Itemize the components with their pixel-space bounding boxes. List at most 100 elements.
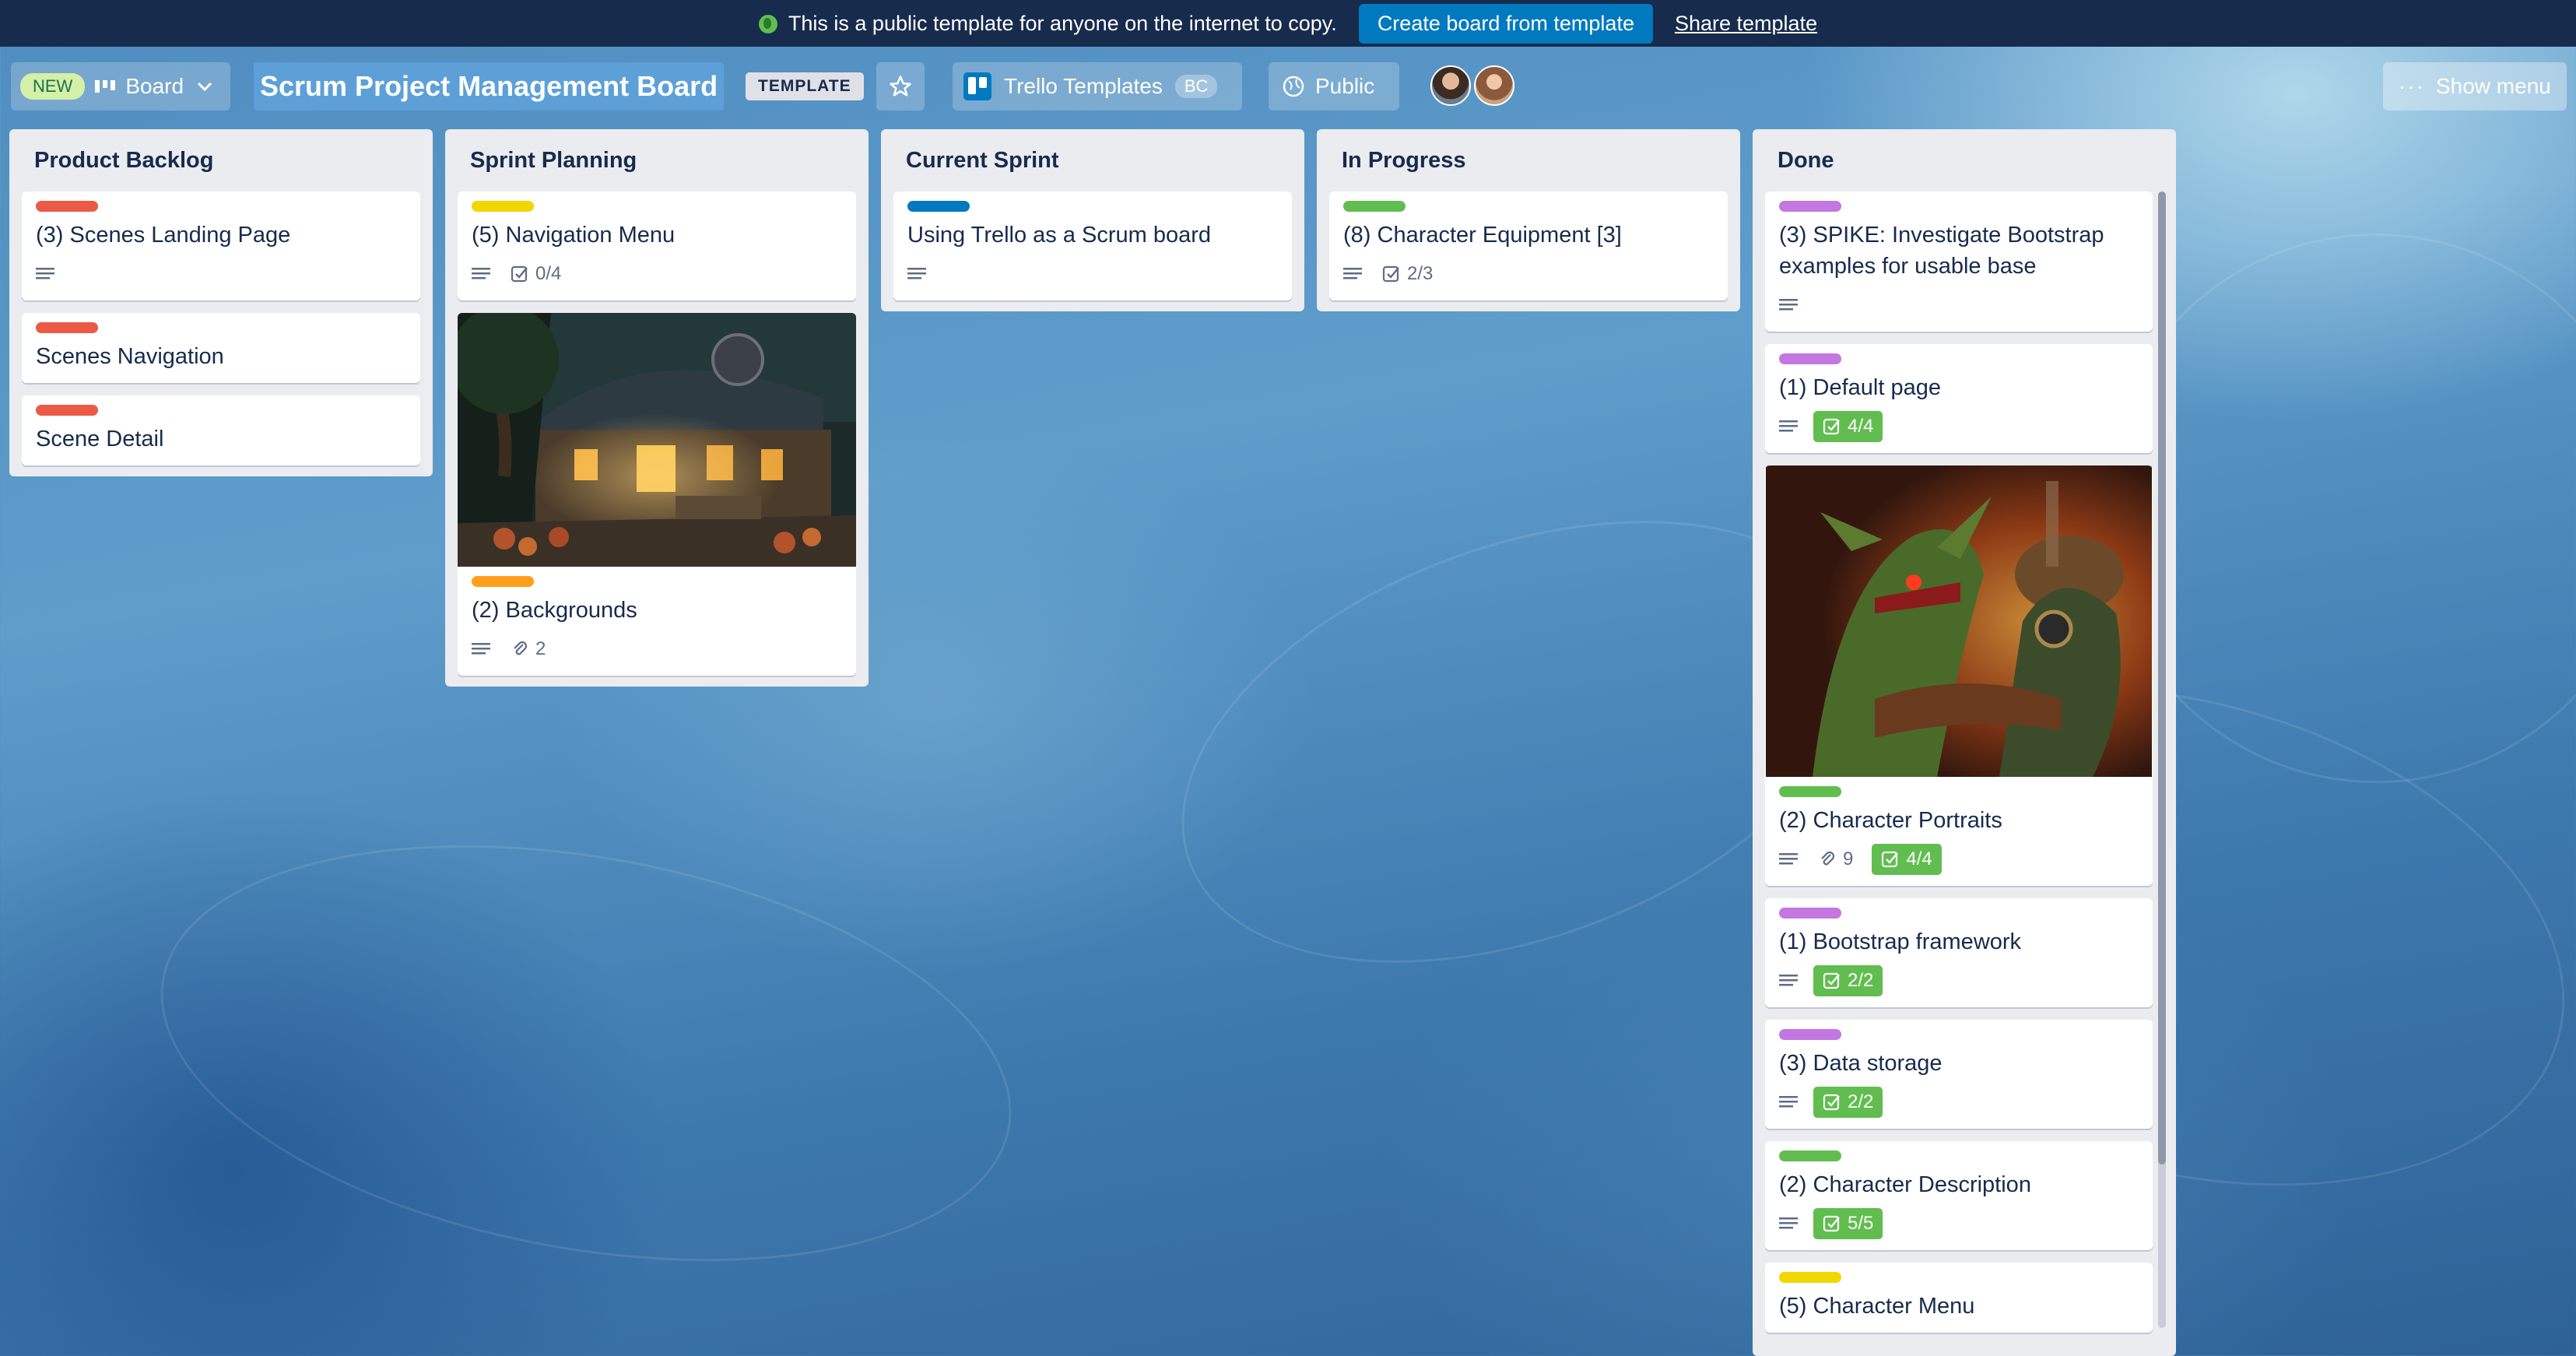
description-icon [472,643,490,655]
description-icon [472,268,490,279]
list-title[interactable]: Sprint Planning [458,129,856,191]
attachment-badge: 9 [1813,844,1858,875]
label[interactable] [36,322,98,333]
description-icon [1343,268,1362,279]
trello-logo-icon [963,72,991,100]
description-icon [1779,853,1798,865]
label[interactable] [907,201,970,212]
board-title[interactable]: Scrum Project Management Board [254,62,725,111]
checklist-icon [1823,418,1840,435]
list-title[interactable]: Current Sprint [893,129,1292,191]
more-icon: ··· [2399,74,2425,98]
label[interactable] [1779,201,1841,212]
checklist-icon [1823,972,1840,989]
visibility-label: Public [1315,74,1375,98]
card[interactable]: Scenes Navigation [22,313,420,383]
description-icon [1779,1217,1798,1229]
card-title: (5) Navigation Menu [472,223,676,248]
card-title: (2) Character Portraits [1779,808,2002,833]
star-icon [890,76,911,97]
card[interactable]: (8) Character Equipment [3] 2/3 [1329,191,1728,300]
card[interactable]: (3) SPIKE: Investigate Bootstrap example… [1765,191,2153,332]
workspace-label: Trello Templates [1004,74,1163,98]
card-title: Scene Detail [36,427,164,451]
card[interactable]: (2) Character Description 5/5 [1765,1141,2153,1250]
card-title: (8) Character Equipment [3] [1343,223,1622,248]
description-icon [36,268,54,279]
card[interactable]: (5) Character Menu [1765,1263,2153,1333]
card-title: Scenes Navigation [36,344,224,369]
avatar[interactable] [1430,65,1471,106]
attachment-count: 9 [1843,848,1854,869]
card[interactable]: (5) Navigation Menu 0/4 [458,191,856,300]
checklist-badge: 2/2 [1813,1087,1883,1118]
card-title: (3) Scenes Landing Page [36,223,291,248]
checklist-badge: 5/5 [1813,1208,1883,1239]
checklist-icon [511,265,528,283]
card-title: (3) Data storage [1779,1051,1943,1076]
list-scrollbar[interactable] [2158,191,2166,1328]
card-title: (3) SPIKE: Investigate Bootstrap example… [1779,223,2104,279]
banner-message: This is a public template for anyone on … [758,12,1337,36]
board-view-switcher[interactable]: NEW Board [11,62,230,111]
label[interactable] [36,405,98,416]
checklist-count: 4/4 [1848,416,1874,437]
card-title: (2) Character Description [1779,1172,2031,1197]
card[interactable]: (2) Character Portraits 9 4/4 [1765,465,2153,886]
label[interactable] [1779,786,1841,797]
create-board-from-template-button[interactable]: Create board from template [1358,3,1653,44]
checklist-count: 2/2 [1848,970,1874,991]
checklist-count: 0/4 [535,263,562,284]
card[interactable]: (1) Bootstrap framework 2/2 [1765,898,2153,1007]
list-sprint-planning: Sprint Planning (5) Navigation Menu 0/4 [445,129,869,687]
card[interactable]: Scene Detail [22,395,420,465]
label[interactable] [1343,201,1406,212]
checklist-icon [1823,1215,1840,1232]
template-badge: TEMPLATE [746,72,864,100]
description-icon [1779,420,1798,432]
card[interactable]: Using Trello as a Scrum board [893,191,1292,300]
label[interactable] [1779,908,1841,919]
checklist-icon [1382,265,1399,283]
checklist-count: 2/3 [1407,263,1434,284]
list-in-progress: In Progress (8) Character Equipment [3] … [1317,129,1740,311]
card-cover-image [458,313,856,567]
card-cover-image [1766,465,2152,777]
label[interactable] [472,576,534,587]
checklist-icon [1882,851,1899,868]
chevron-down-icon [197,82,212,92]
list-title[interactable]: Done [1765,129,2153,191]
board-icon [95,80,116,93]
list-title[interactable]: Product Backlog [22,129,420,191]
avatar[interactable] [1474,65,1514,106]
template-banner: This is a public template for anyone on … [0,0,2576,47]
scrollbar-thumb[interactable] [2158,191,2166,1165]
globe-icon [1283,76,1304,97]
label[interactable] [1779,1029,1841,1040]
globe-icon [758,15,777,34]
description-icon [1779,975,1798,986]
card[interactable]: (3) Data storage 2/2 [1765,1020,2153,1129]
list-product-backlog: Product Backlog (3) Scenes Landing Page … [9,129,433,476]
description-icon [1779,299,1798,311]
show-menu-button[interactable]: ··· Show menu [2383,62,2567,111]
card[interactable]: (3) Scenes Landing Page [22,191,420,300]
label[interactable] [1779,1150,1841,1161]
label[interactable] [1779,1272,1841,1283]
label[interactable] [1779,353,1841,364]
star-button[interactable] [876,62,925,111]
label[interactable] [472,201,534,212]
card-title: (5) Character Menu [1779,1294,1975,1319]
card-title: (1) Bootstrap framework [1779,929,2022,954]
visibility-button[interactable]: Public [1269,62,1399,111]
label[interactable] [36,201,98,212]
card[interactable]: (1) Default page 4/4 [1765,344,2153,453]
card[interactable]: (2) Backgrounds 2 [458,313,856,676]
list-done: Done (3) SPIKE: Investigate Bootstrap ex… [1753,129,2176,1356]
checklist-count: 5/5 [1848,1213,1874,1234]
checklist-count: 4/4 [1906,848,1932,869]
list-title[interactable]: In Progress [1329,129,1728,191]
share-template-link[interactable]: Share template [1675,12,1817,36]
workspace-button[interactable]: Trello Templates BC [953,62,1242,111]
card-title: (1) Default page [1779,375,1941,400]
